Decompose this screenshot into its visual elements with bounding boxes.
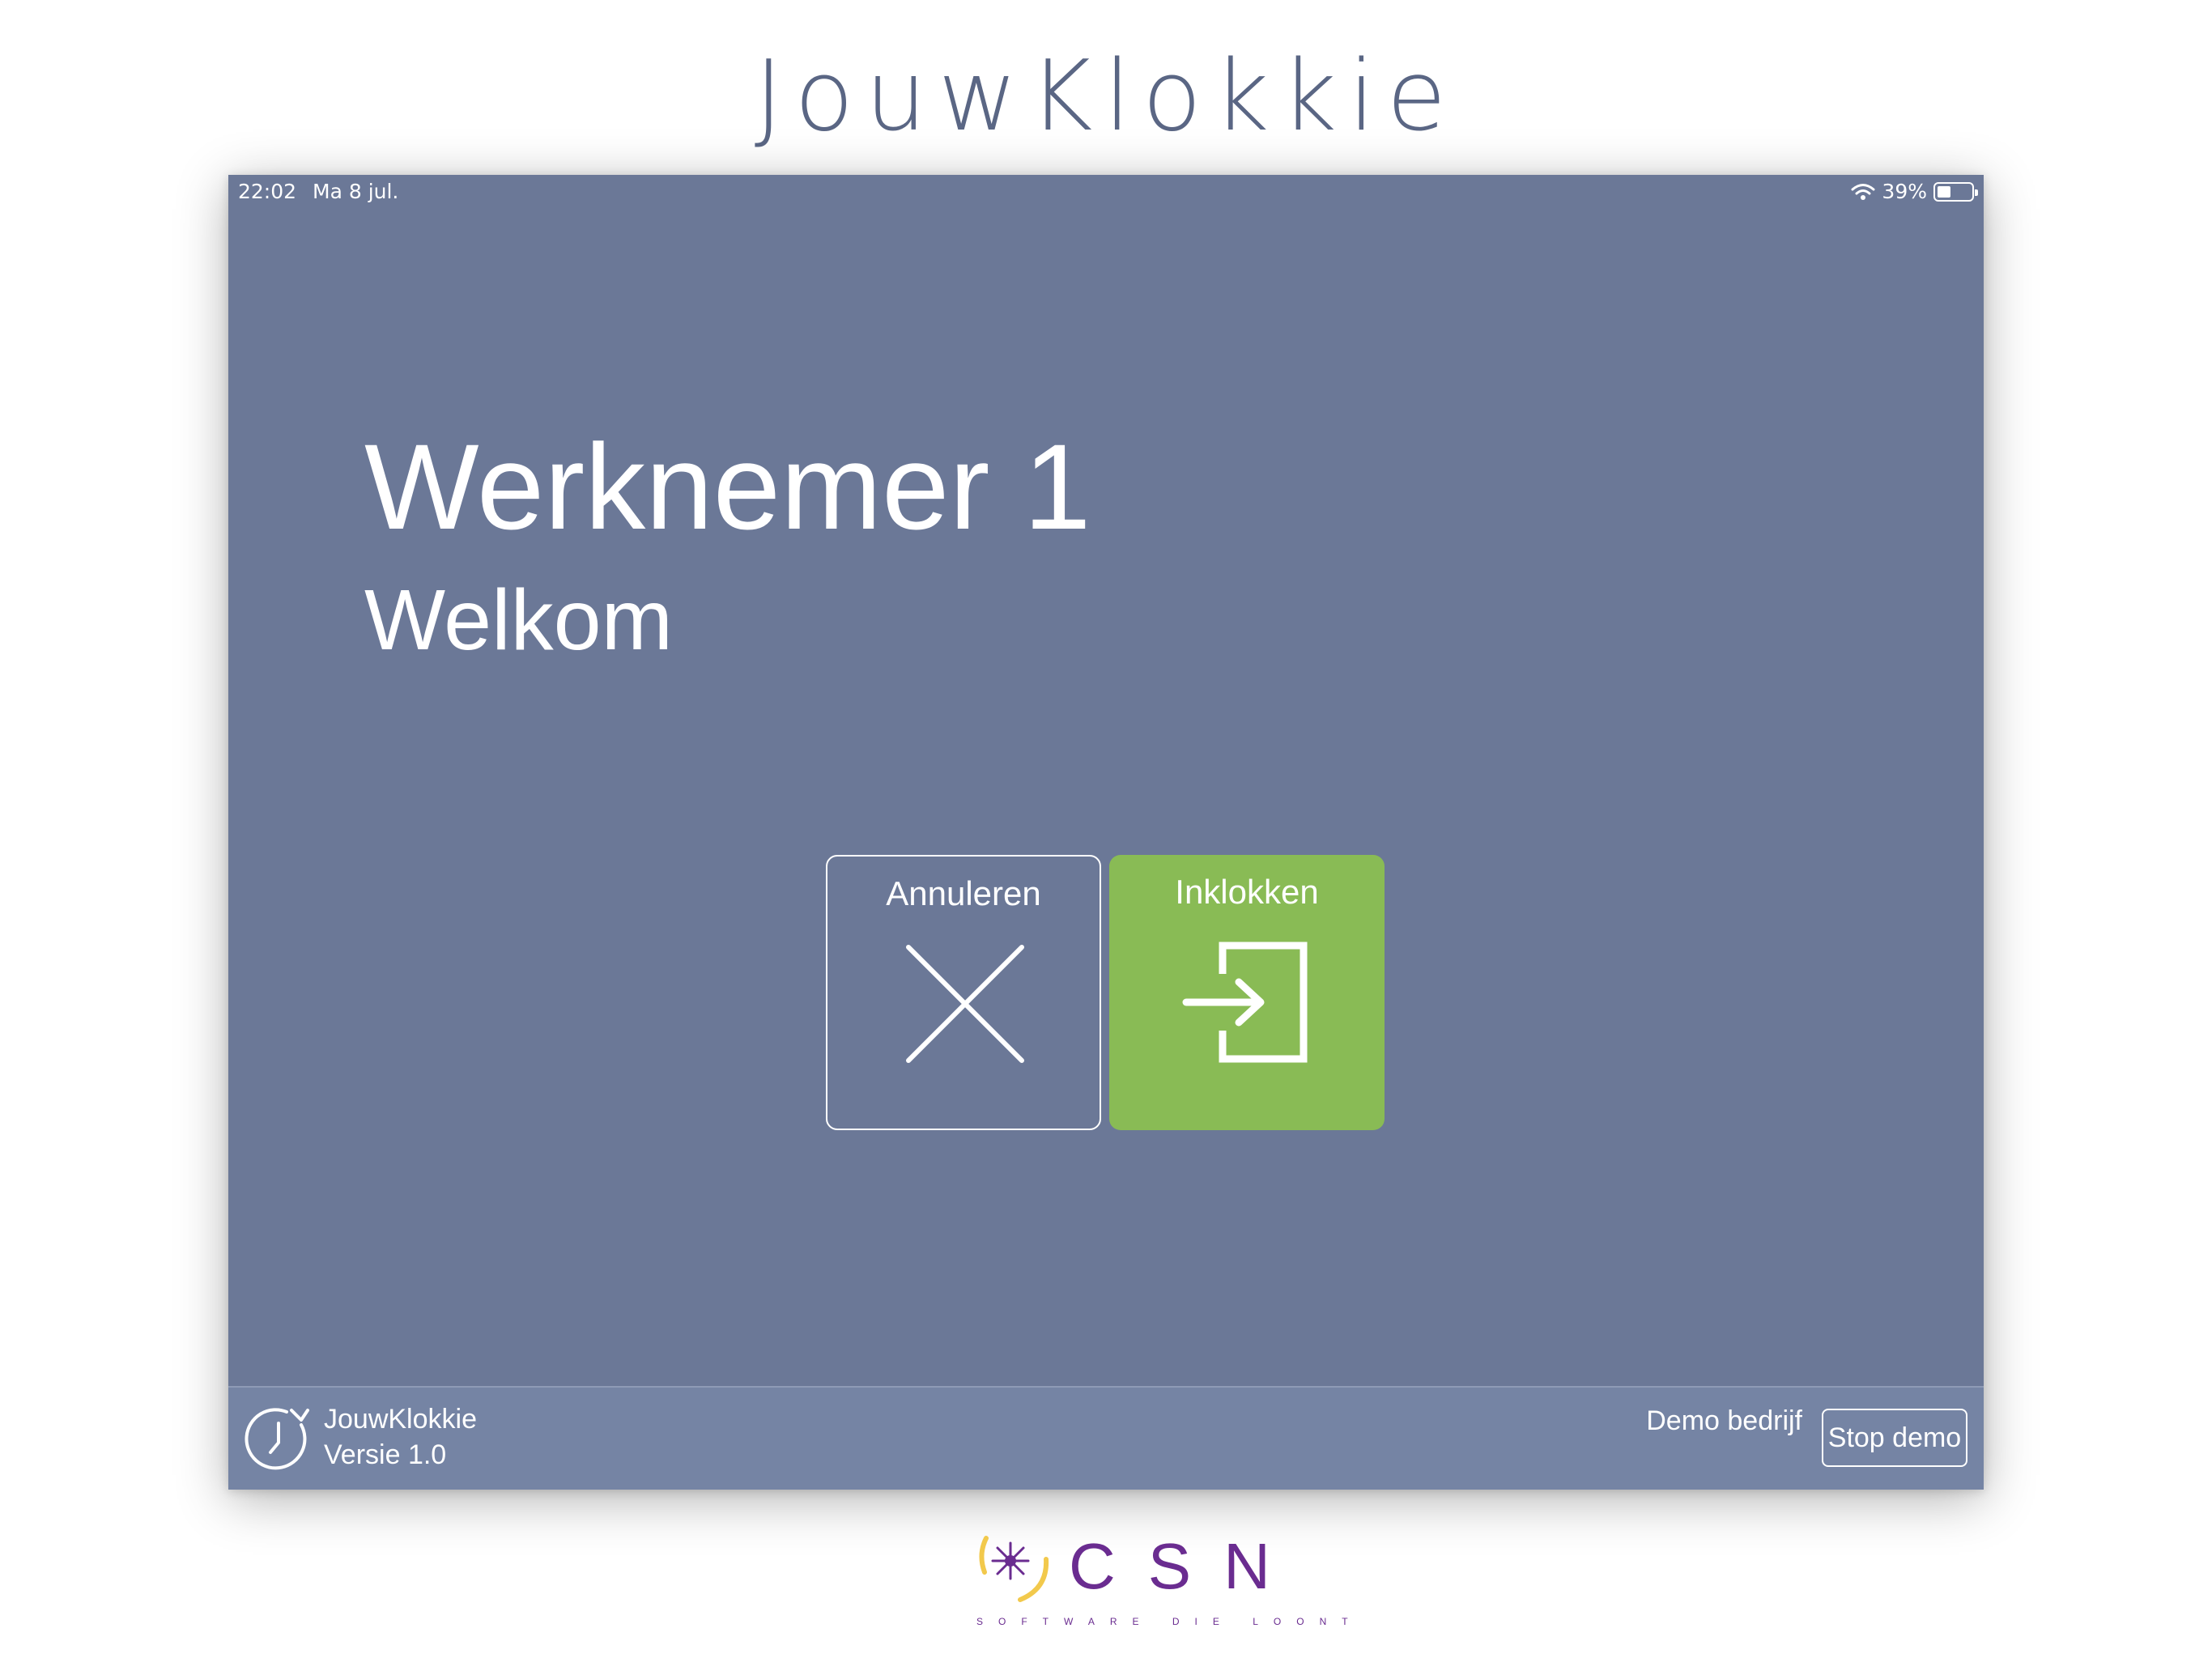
battery-icon bbox=[1933, 181, 1978, 202]
status-date: Ma 8 jul. bbox=[313, 180, 399, 203]
employee-name: Werknemer 1 bbox=[364, 419, 1091, 555]
status-time: 22:02 bbox=[238, 180, 297, 203]
battery-fill bbox=[1938, 185, 1950, 198]
footer-app-version: Versie 1.0 bbox=[324, 1439, 447, 1470]
clockin-button-label: Inklokken bbox=[1175, 873, 1319, 911]
cancel-button-label: Annuleren bbox=[886, 874, 1041, 912]
tablet-screen: 22:02 Ma 8 jul. 39% Werknemer 1 Welkom A… bbox=[228, 175, 1984, 1490]
csn-logo-letters: CSN bbox=[1069, 1530, 1303, 1602]
footer-app-name: JouwKlokkie bbox=[324, 1404, 477, 1435]
wifi-icon bbox=[1851, 183, 1875, 200]
company-name: Demo bedrijf bbox=[1646, 1405, 1802, 1436]
clockin-button[interactable]: Inklokken bbox=[1109, 855, 1385, 1130]
welcome-text: Welkom bbox=[364, 572, 673, 668]
cancel-button[interactable]: Annuleren bbox=[826, 855, 1101, 1130]
csn-logo: CSN SOFTWARE DIE LOONT bbox=[972, 1522, 1363, 1627]
page-title: JouwKlokkie bbox=[754, 40, 1458, 153]
csn-logo-mark bbox=[979, 1536, 1049, 1602]
clock-refresh-icon bbox=[245, 1408, 309, 1470]
csn-tagline: SOFTWARE DIE LOONT bbox=[976, 1616, 1363, 1627]
stop-demo-button[interactable]: Stop demo bbox=[1822, 1409, 1967, 1467]
footer-bar: JouwKlokkie Versie 1.0 Demo bedrijf Stop… bbox=[228, 1386, 1984, 1490]
status-bar: 22:02 Ma 8 jul. 39% bbox=[228, 175, 1984, 212]
battery-percent: 39% bbox=[1882, 180, 1927, 203]
login-arrow-icon bbox=[1182, 942, 1308, 1063]
close-x-icon bbox=[906, 945, 1024, 1063]
status-right: 39% bbox=[1851, 180, 1978, 203]
